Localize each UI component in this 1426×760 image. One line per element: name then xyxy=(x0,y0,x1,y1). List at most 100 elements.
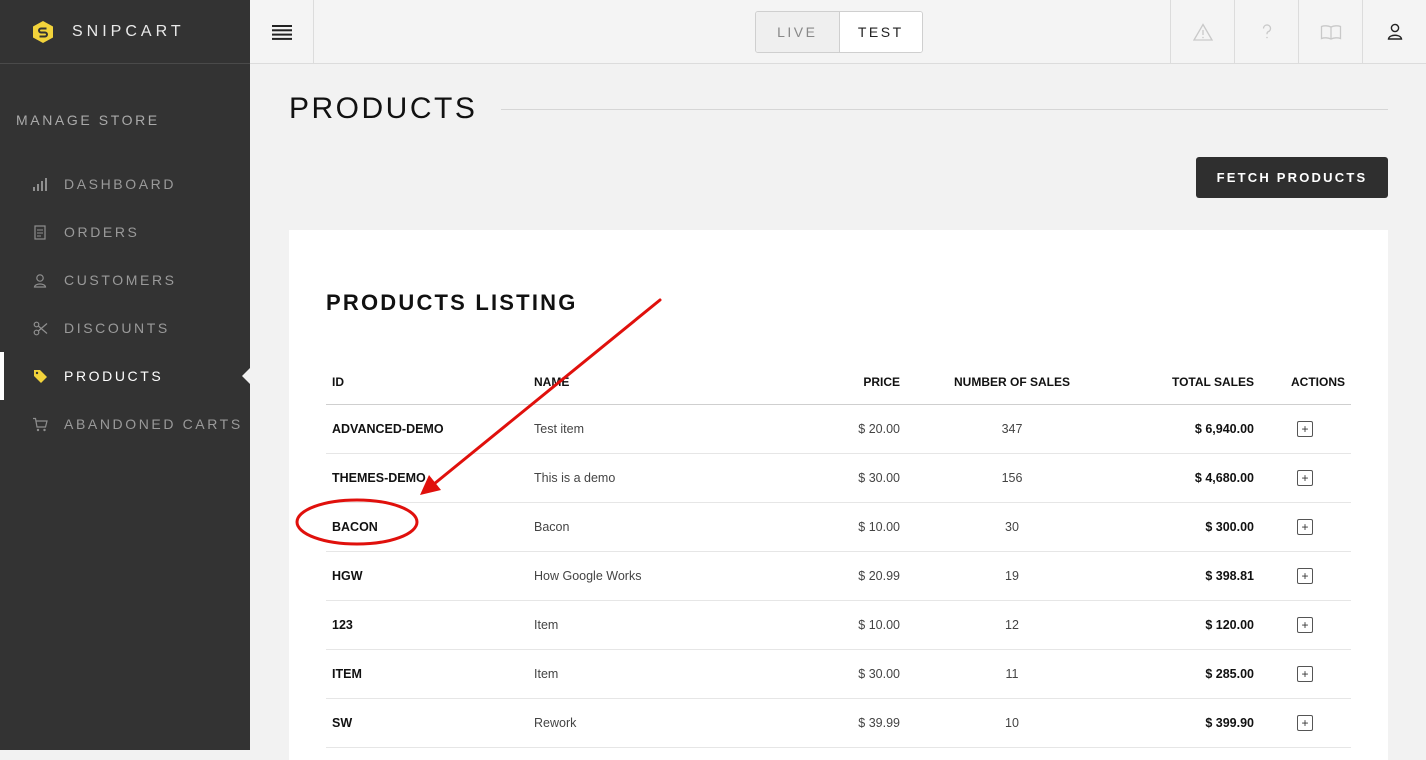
warning-icon xyxy=(1192,22,1213,41)
product-id[interactable]: THEMES-DEMO xyxy=(326,453,528,503)
book-icon xyxy=(1320,24,1341,40)
fetch-products-button[interactable]: FETCH PRODUCTS xyxy=(1196,157,1388,198)
mode-test-button[interactable]: TEST xyxy=(838,12,922,52)
product-total-sales: $ 300.00 xyxy=(1118,502,1260,552)
column-header-total-sales[interactable]: TOTAL SALES xyxy=(1118,359,1260,405)
table-row[interactable]: HGW How Google Works $ 20.99 19 $ 398.81… xyxy=(326,551,1351,601)
warning-button[interactable] xyxy=(1170,0,1234,63)
row-actions: + xyxy=(1260,502,1351,552)
column-header-price[interactable]: PRICE xyxy=(790,359,906,405)
account-icon xyxy=(1387,23,1402,40)
mode-toggle: LIVE TEST xyxy=(755,11,923,53)
bar-chart-icon xyxy=(32,176,48,192)
menu-button[interactable] xyxy=(250,0,314,63)
sidebar-item-label: PRODUCTS xyxy=(64,368,164,384)
brand[interactable]: SNIPCART xyxy=(0,0,250,64)
product-name: This is a demo xyxy=(528,453,790,503)
page-title: PRODUCTS xyxy=(289,92,478,125)
sidebar-item-label: ABANDONED CARTS xyxy=(64,416,243,432)
product-total-sales: $ 6,940.00 xyxy=(1118,404,1260,454)
expand-plus-icon[interactable]: + xyxy=(1297,617,1313,633)
product-id[interactable]: BACON xyxy=(326,502,528,552)
product-price: $ 39.99 xyxy=(790,698,906,748)
account-button[interactable] xyxy=(1362,0,1426,63)
product-total-sales: $ 4,680.00 xyxy=(1118,453,1260,503)
product-sales-count: 347 xyxy=(906,404,1118,454)
products-table: ID NAME PRICE NUMBER OF SALES TOTAL SALE… xyxy=(326,359,1351,748)
product-name: Item xyxy=(528,649,790,699)
sidebar-item-customers[interactable]: CUSTOMERS xyxy=(0,256,250,304)
table-row[interactable]: BACON Bacon $ 10.00 30 $ 300.00 + xyxy=(326,502,1351,552)
title-divider xyxy=(501,109,1388,110)
expand-plus-icon[interactable]: + xyxy=(1297,715,1313,731)
product-total-sales: $ 120.00 xyxy=(1118,600,1260,650)
product-id[interactable]: HGW xyxy=(326,551,528,601)
help-button[interactable] xyxy=(1234,0,1298,63)
row-actions: + xyxy=(1260,453,1351,503)
products-panel: PRODUCTS LISTING ID NAME PRICE NUMBER OF… xyxy=(289,230,1388,760)
sidebar-item-label: DASHBOARD xyxy=(64,176,177,192)
table-row[interactable]: ITEM Item $ 30.00 11 $ 285.00 + xyxy=(326,649,1351,699)
mode-live-button[interactable]: LIVE xyxy=(756,12,839,52)
row-actions: + xyxy=(1260,551,1351,601)
scissors-icon xyxy=(32,320,48,336)
product-name: How Google Works xyxy=(528,551,790,601)
product-id[interactable]: 123 xyxy=(326,600,528,650)
product-price: $ 20.99 xyxy=(790,551,906,601)
product-total-sales: $ 399.90 xyxy=(1118,698,1260,748)
sidebar-item-products[interactable]: PRODUCTS xyxy=(0,352,250,400)
table-row[interactable]: THEMES-DEMO This is a demo $ 30.00 156 $… xyxy=(326,453,1351,503)
sidebar-section-title: MANAGE STORE xyxy=(16,112,160,128)
product-sales-count: 12 xyxy=(906,600,1118,650)
product-id[interactable]: ITEM xyxy=(326,649,528,699)
row-actions: + xyxy=(1260,600,1351,650)
product-price: $ 10.00 xyxy=(790,600,906,650)
hamburger-menu-icon xyxy=(271,24,292,40)
products-listing-title: PRODUCTS LISTING xyxy=(326,290,578,315)
topbar-icons xyxy=(1170,0,1426,63)
product-price: $ 20.00 xyxy=(790,404,906,454)
sidebar-item-label: CUSTOMERS xyxy=(64,272,177,288)
row-actions: + xyxy=(1260,698,1351,748)
product-price: $ 30.00 xyxy=(790,453,906,503)
product-sales-count: 19 xyxy=(906,551,1118,601)
table-row[interactable]: 123 Item $ 10.00 12 $ 120.00 + xyxy=(326,600,1351,650)
receipt-icon xyxy=(32,224,48,240)
row-actions: + xyxy=(1260,649,1351,699)
sidebar-item-orders[interactable]: ORDERS xyxy=(0,208,250,256)
product-name: Bacon xyxy=(528,502,790,552)
sidebar-item-label: ORDERS xyxy=(64,224,140,240)
product-id[interactable]: ADVANCED-DEMO xyxy=(326,404,528,454)
sidebar-item-label: DISCOUNTS xyxy=(64,320,170,336)
docs-button[interactable] xyxy=(1298,0,1362,63)
sidebar-item-discounts[interactable]: DISCOUNTS xyxy=(0,304,250,352)
product-total-sales: $ 398.81 xyxy=(1118,551,1260,601)
sidebar-nav: DASHBOARD ORDERS CUSTOMERS DISCOUNTS PRO… xyxy=(0,160,250,448)
product-price: $ 10.00 xyxy=(790,502,906,552)
topbar: LIVE TEST xyxy=(250,0,1426,64)
snipcart-logo-icon xyxy=(33,20,53,43)
product-price: $ 30.00 xyxy=(790,649,906,699)
row-actions: + xyxy=(1260,404,1351,454)
sidebar-item-dashboard[interactable]: DASHBOARD xyxy=(0,160,250,208)
table-header-row: ID NAME PRICE NUMBER OF SALES TOTAL SALE… xyxy=(326,359,1351,405)
expand-plus-icon[interactable]: + xyxy=(1297,666,1313,682)
column-header-name[interactable]: NAME xyxy=(528,359,790,405)
table-row[interactable]: SW Rework $ 39.99 10 $ 399.90 + xyxy=(326,698,1351,748)
sidebar-item-abandoned-carts[interactable]: ABANDONED CARTS xyxy=(0,400,250,448)
column-header-number-of-sales[interactable]: NUMBER OF SALES xyxy=(906,359,1118,405)
expand-plus-icon[interactable]: + xyxy=(1297,519,1313,535)
product-name: Test item xyxy=(528,404,790,454)
tag-icon xyxy=(32,368,48,384)
column-header-actions: ACTIONS xyxy=(1260,359,1351,405)
product-id[interactable]: SW xyxy=(326,698,528,748)
table-row[interactable]: ADVANCED-DEMO Test item $ 20.00 347 $ 6,… xyxy=(326,404,1351,454)
expand-plus-icon[interactable]: + xyxy=(1297,568,1313,584)
expand-plus-icon[interactable]: + xyxy=(1297,421,1313,437)
product-name: Item xyxy=(528,600,790,650)
expand-plus-icon[interactable]: + xyxy=(1297,470,1313,486)
product-total-sales: $ 285.00 xyxy=(1118,649,1260,699)
product-sales-count: 11 xyxy=(906,649,1118,699)
product-sales-count: 10 xyxy=(906,698,1118,748)
column-header-id[interactable]: ID xyxy=(326,359,528,405)
